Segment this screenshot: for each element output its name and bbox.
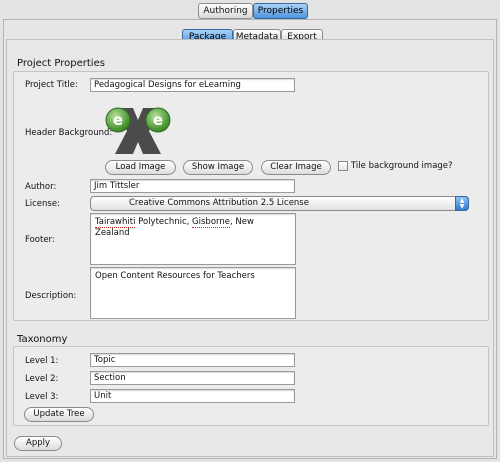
author-label: Author: <box>25 182 57 192</box>
clear-image-button[interactable]: Clear Image <box>261 160 331 175</box>
project-properties-title: Project Properties <box>17 58 105 69</box>
load-image-button[interactable]: Load Image <box>105 160 176 175</box>
level2-label: Level 2: <box>25 374 59 384</box>
license-label: License: <box>25 199 60 209</box>
svg-text:e: e <box>113 111 123 129</box>
project-title-label: Project Title: <box>25 80 78 90</box>
author-field[interactable]: Jim Tittsler <box>90 179 295 193</box>
description-label: Description: <box>25 291 77 301</box>
update-tree-button[interactable]: Update Tree <box>24 407 94 422</box>
footer-textarea[interactable]: Tairawhiti Polytechnic, Gisborne, New Ze… <box>90 213 296 265</box>
svg-text:e: e <box>153 111 163 129</box>
show-image-button[interactable]: Show Image <box>183 160 253 175</box>
level1-label: Level 1: <box>25 356 59 366</box>
description-textarea[interactable]: Open Content Resources for Teachers <box>90 267 296 319</box>
footer-text-part-3: Gisborne <box>192 217 230 228</box>
footer-text-part-1: Tairawhiti <box>95 217 136 228</box>
level1-field[interactable]: Topic <box>90 353 295 367</box>
apply-button[interactable]: Apply <box>14 436 62 451</box>
tab-authoring[interactable]: Authoring <box>198 3 253 19</box>
header-background-label: Header Background: <box>25 128 113 138</box>
project-title-field[interactable]: Pedagogical Designs for eLearning <box>90 78 295 92</box>
footer-label: Footer: <box>25 235 55 245</box>
footer-text-part-2: Polytechnic, <box>135 217 193 227</box>
tile-background-checkbox[interactable] <box>338 161 348 171</box>
tile-background-label: Tile background image? <box>351 161 453 171</box>
updown-arrows-icon: ▲ ▼ <box>455 196 469 211</box>
tab-properties[interactable]: Properties <box>253 3 308 19</box>
level3-label: Level 3: <box>25 392 59 402</box>
license-select-value: Creative Commons Attribution 2.5 License <box>129 198 309 208</box>
level2-field[interactable]: Section <box>90 371 295 385</box>
level3-field[interactable]: Unit <box>90 389 295 403</box>
license-select[interactable]: Creative Commons Attribution 2.5 License… <box>90 196 469 211</box>
header-background-image: e e <box>105 104 171 158</box>
taxonomy-title: Taxonomy <box>17 334 68 345</box>
exe-logo-icon: e e <box>105 107 171 154</box>
